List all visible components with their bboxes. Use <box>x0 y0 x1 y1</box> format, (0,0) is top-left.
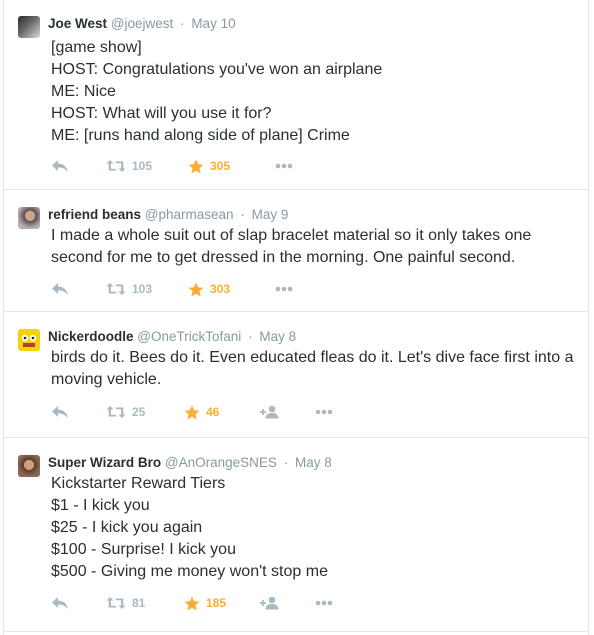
more-icon <box>315 600 333 606</box>
favorite-button[interactable]: 303 <box>188 279 230 299</box>
avatar-face <box>21 334 37 347</box>
more-button[interactable] <box>315 593 333 613</box>
retweet-button[interactable]: 105 <box>106 156 152 176</box>
retweet-count: 81 <box>132 596 146 610</box>
favorite-button[interactable]: 46 <box>184 402 219 422</box>
tweet-item[interactable]: Super Wizard Bro @AnOrangeSNES · May 8 K… <box>4 438 588 632</box>
tweet-text: [game show] HOST: Congratulations you've… <box>51 39 383 144</box>
user-handle[interactable]: @AnOrangeSNES <box>165 455 277 470</box>
follow-button[interactable] <box>260 402 280 422</box>
reply-button[interactable] <box>51 593 69 613</box>
star-icon <box>184 405 200 419</box>
display-name[interactable]: Super Wizard Bro <box>48 455 161 470</box>
favorite-button[interactable]: 305 <box>188 156 230 176</box>
retweet-icon <box>106 406 126 418</box>
tweet-actions: 105 305 <box>51 156 351 176</box>
retweet-icon <box>106 160 126 172</box>
favorite-count: 303 <box>210 282 231 296</box>
retweet-count: 103 <box>132 282 153 296</box>
tweet-timestamp[interactable]: May 10 <box>191 16 235 31</box>
reply-icon <box>52 160 68 172</box>
more-icon <box>275 286 293 292</box>
follow-button[interactable] <box>260 593 280 613</box>
reply-button[interactable] <box>51 279 69 299</box>
follow-icon <box>260 405 279 419</box>
favorite-count: 305 <box>210 159 231 173</box>
avatar[interactable] <box>18 329 40 351</box>
display-name[interactable]: Joe West <box>48 16 107 31</box>
avatar[interactable] <box>18 207 40 229</box>
favorite-count: 46 <box>206 405 220 419</box>
tweet-actions: 81 185 <box>51 593 351 613</box>
reply-button[interactable] <box>51 402 69 422</box>
reply-icon <box>52 283 68 295</box>
star-icon <box>184 596 200 610</box>
separator-dot: · <box>283 455 289 470</box>
retweet-button[interactable]: 81 <box>106 593 145 613</box>
tweet-header: refriend beans @pharmasean · May 9 <box>48 205 288 225</box>
retweet-icon <box>106 283 126 295</box>
favorite-count: 185 <box>206 596 227 610</box>
separator-dot: · <box>180 16 185 31</box>
more-button[interactable] <box>315 402 333 422</box>
tweet-header: Super Wizard Bro @AnOrangeSNES · May 8 <box>48 453 332 473</box>
retweet-count: 105 <box>132 159 153 173</box>
star-icon <box>188 159 204 173</box>
user-handle[interactable]: @joejwest <box>111 16 173 31</box>
tweet-timestamp[interactable]: May 9 <box>252 207 289 222</box>
tweet-item[interactable]: Nickerdoodle @OneTrickTofani · May 8 bir… <box>4 312 588 438</box>
tweet-actions: 103 303 <box>51 279 351 299</box>
more-icon <box>315 409 333 415</box>
avatar[interactable] <box>18 16 40 38</box>
tweet-header: Joe West @joejwest · May 10 <box>48 14 236 34</box>
retweet-icon <box>106 597 126 609</box>
separator-dot: · <box>248 329 253 344</box>
tweet-timeline: Joe West @joejwest · May 10 [game show] … <box>3 0 589 635</box>
follow-icon <box>260 596 279 610</box>
separator-dot: · <box>240 207 245 222</box>
retweet-count: 25 <box>132 405 146 419</box>
user-handle[interactable]: @OneTrickTofani <box>137 329 241 344</box>
user-handle[interactable]: @pharmasean <box>145 207 234 222</box>
tweet-text: I made a whole suit out of slap bracelet… <box>51 227 532 266</box>
tweet-timestamp[interactable]: May 8 <box>295 455 332 470</box>
retweet-button[interactable]: 103 <box>106 279 152 299</box>
tweet-text: Kickstarter Reward Tiers $1 - I kick you… <box>51 475 328 580</box>
display-name[interactable]: refriend beans <box>48 207 141 222</box>
reply-icon <box>52 597 68 609</box>
more-button[interactable] <box>275 279 293 299</box>
avatar[interactable] <box>18 455 40 477</box>
display-name[interactable]: Nickerdoodle <box>48 329 134 344</box>
more-button[interactable] <box>275 156 293 176</box>
more-icon <box>275 163 293 169</box>
tweet-item[interactable]: refriend beans @pharmasean · May 9 I mad… <box>4 190 588 312</box>
reply-icon <box>52 406 68 418</box>
tweet-actions: 25 46 <box>51 402 351 422</box>
tweet-timestamp[interactable]: May 8 <box>259 329 296 344</box>
tweet-text: birds do it. Bees do it. Even educated f… <box>51 349 574 388</box>
tweet-header: Nickerdoodle @OneTrickTofani · May 8 <box>48 327 296 347</box>
favorite-button[interactable]: 185 <box>184 593 226 613</box>
star-icon <box>188 282 204 296</box>
reply-button[interactable] <box>51 156 69 176</box>
retweet-button[interactable]: 25 <box>106 402 145 422</box>
tweet-item[interactable]: Joe West @joejwest · May 10 [game show] … <box>4 0 588 190</box>
